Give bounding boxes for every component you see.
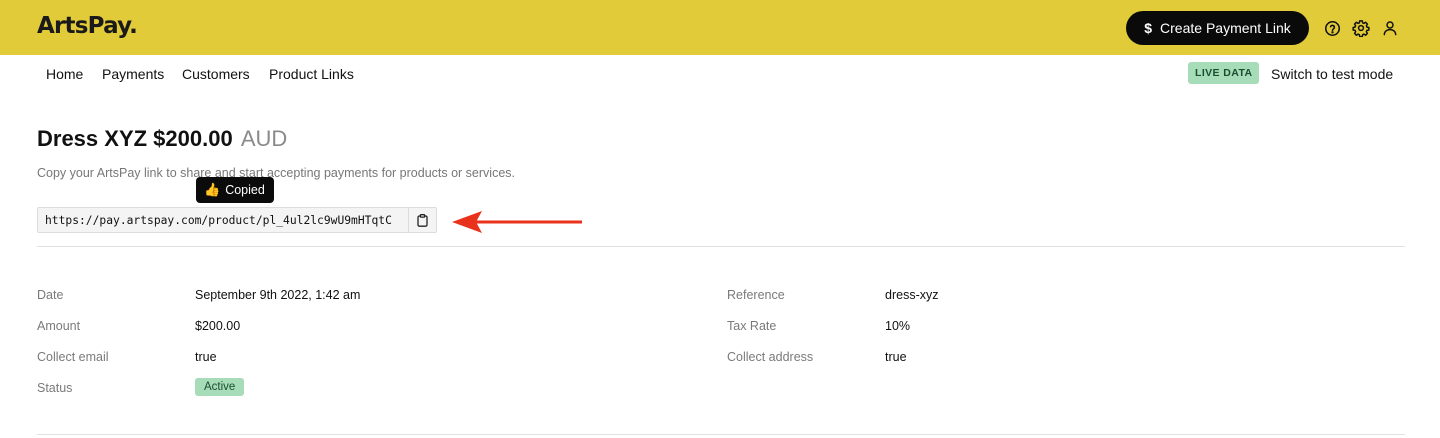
copy-link-button[interactable]	[408, 208, 436, 232]
section-divider-top	[37, 246, 1405, 247]
tax-rate-value: 10%	[885, 319, 911, 333]
thumbs-up-icon: 👍	[204, 182, 221, 197]
clipboard-icon	[417, 213, 428, 227]
amount-label: Amount	[37, 319, 81, 333]
date-value: September 9th 2022, 1:42 am	[195, 288, 361, 302]
create-payment-link-button[interactable]: $ Create Payment Link	[1126, 11, 1309, 45]
logo[interactable]: ArtsPay.	[37, 13, 138, 39]
product-link-field	[37, 207, 437, 233]
live-data-badge: LIVE DATA	[1188, 62, 1260, 84]
copied-tooltip-label: Copied	[225, 183, 265, 197]
amount-value: $200.00	[195, 319, 241, 333]
collect-address-label: Collect address	[727, 350, 814, 364]
collect-email-label: Collect email	[37, 350, 109, 364]
section-divider-bottom	[37, 434, 1405, 435]
dollar-icon: $	[1144, 20, 1153, 36]
status-label: Status	[37, 381, 73, 395]
gear-icon[interactable]	[1350, 17, 1372, 39]
nav-item-home[interactable]: Home	[46, 66, 83, 82]
nav-item-customers[interactable]: Customers	[182, 66, 250, 82]
sub-navigation: Home Payments Customers Product Links LI…	[0, 55, 1440, 93]
user-icon[interactable]	[1379, 17, 1401, 39]
tax-rate-label: Tax Rate	[727, 319, 777, 333]
product-title: Dress XYZ $200.00	[37, 126, 233, 151]
product-currency: AUD	[240, 126, 288, 151]
nav-item-product-links[interactable]: Product Links	[269, 66, 354, 82]
help-icon[interactable]	[1321, 17, 1343, 39]
date-label: Date	[37, 288, 64, 302]
copied-tooltip: 👍 Copied	[196, 177, 274, 203]
create-payment-link-label: Create Payment Link	[1160, 20, 1291, 36]
top-bar: ArtsPay. $ Create Payment Link	[0, 0, 1440, 55]
page-title: Dress XYZ $200.00 AUD	[37, 126, 287, 152]
collect-email-value: true	[195, 350, 217, 364]
nav-item-payments[interactable]: Payments	[102, 66, 164, 82]
red-arrow-annotation	[452, 211, 582, 233]
collect-address-value: true	[885, 350, 907, 364]
status-badge: Active	[195, 378, 245, 396]
page-subtitle: Copy your ArtsPay link to share and star…	[37, 166, 515, 180]
product-link-input[interactable]	[38, 213, 408, 227]
reference-value: dress-xyz	[885, 288, 939, 302]
reference-label: Reference	[727, 288, 785, 302]
switch-to-test-mode-link[interactable]: Switch to test mode	[1271, 66, 1393, 82]
